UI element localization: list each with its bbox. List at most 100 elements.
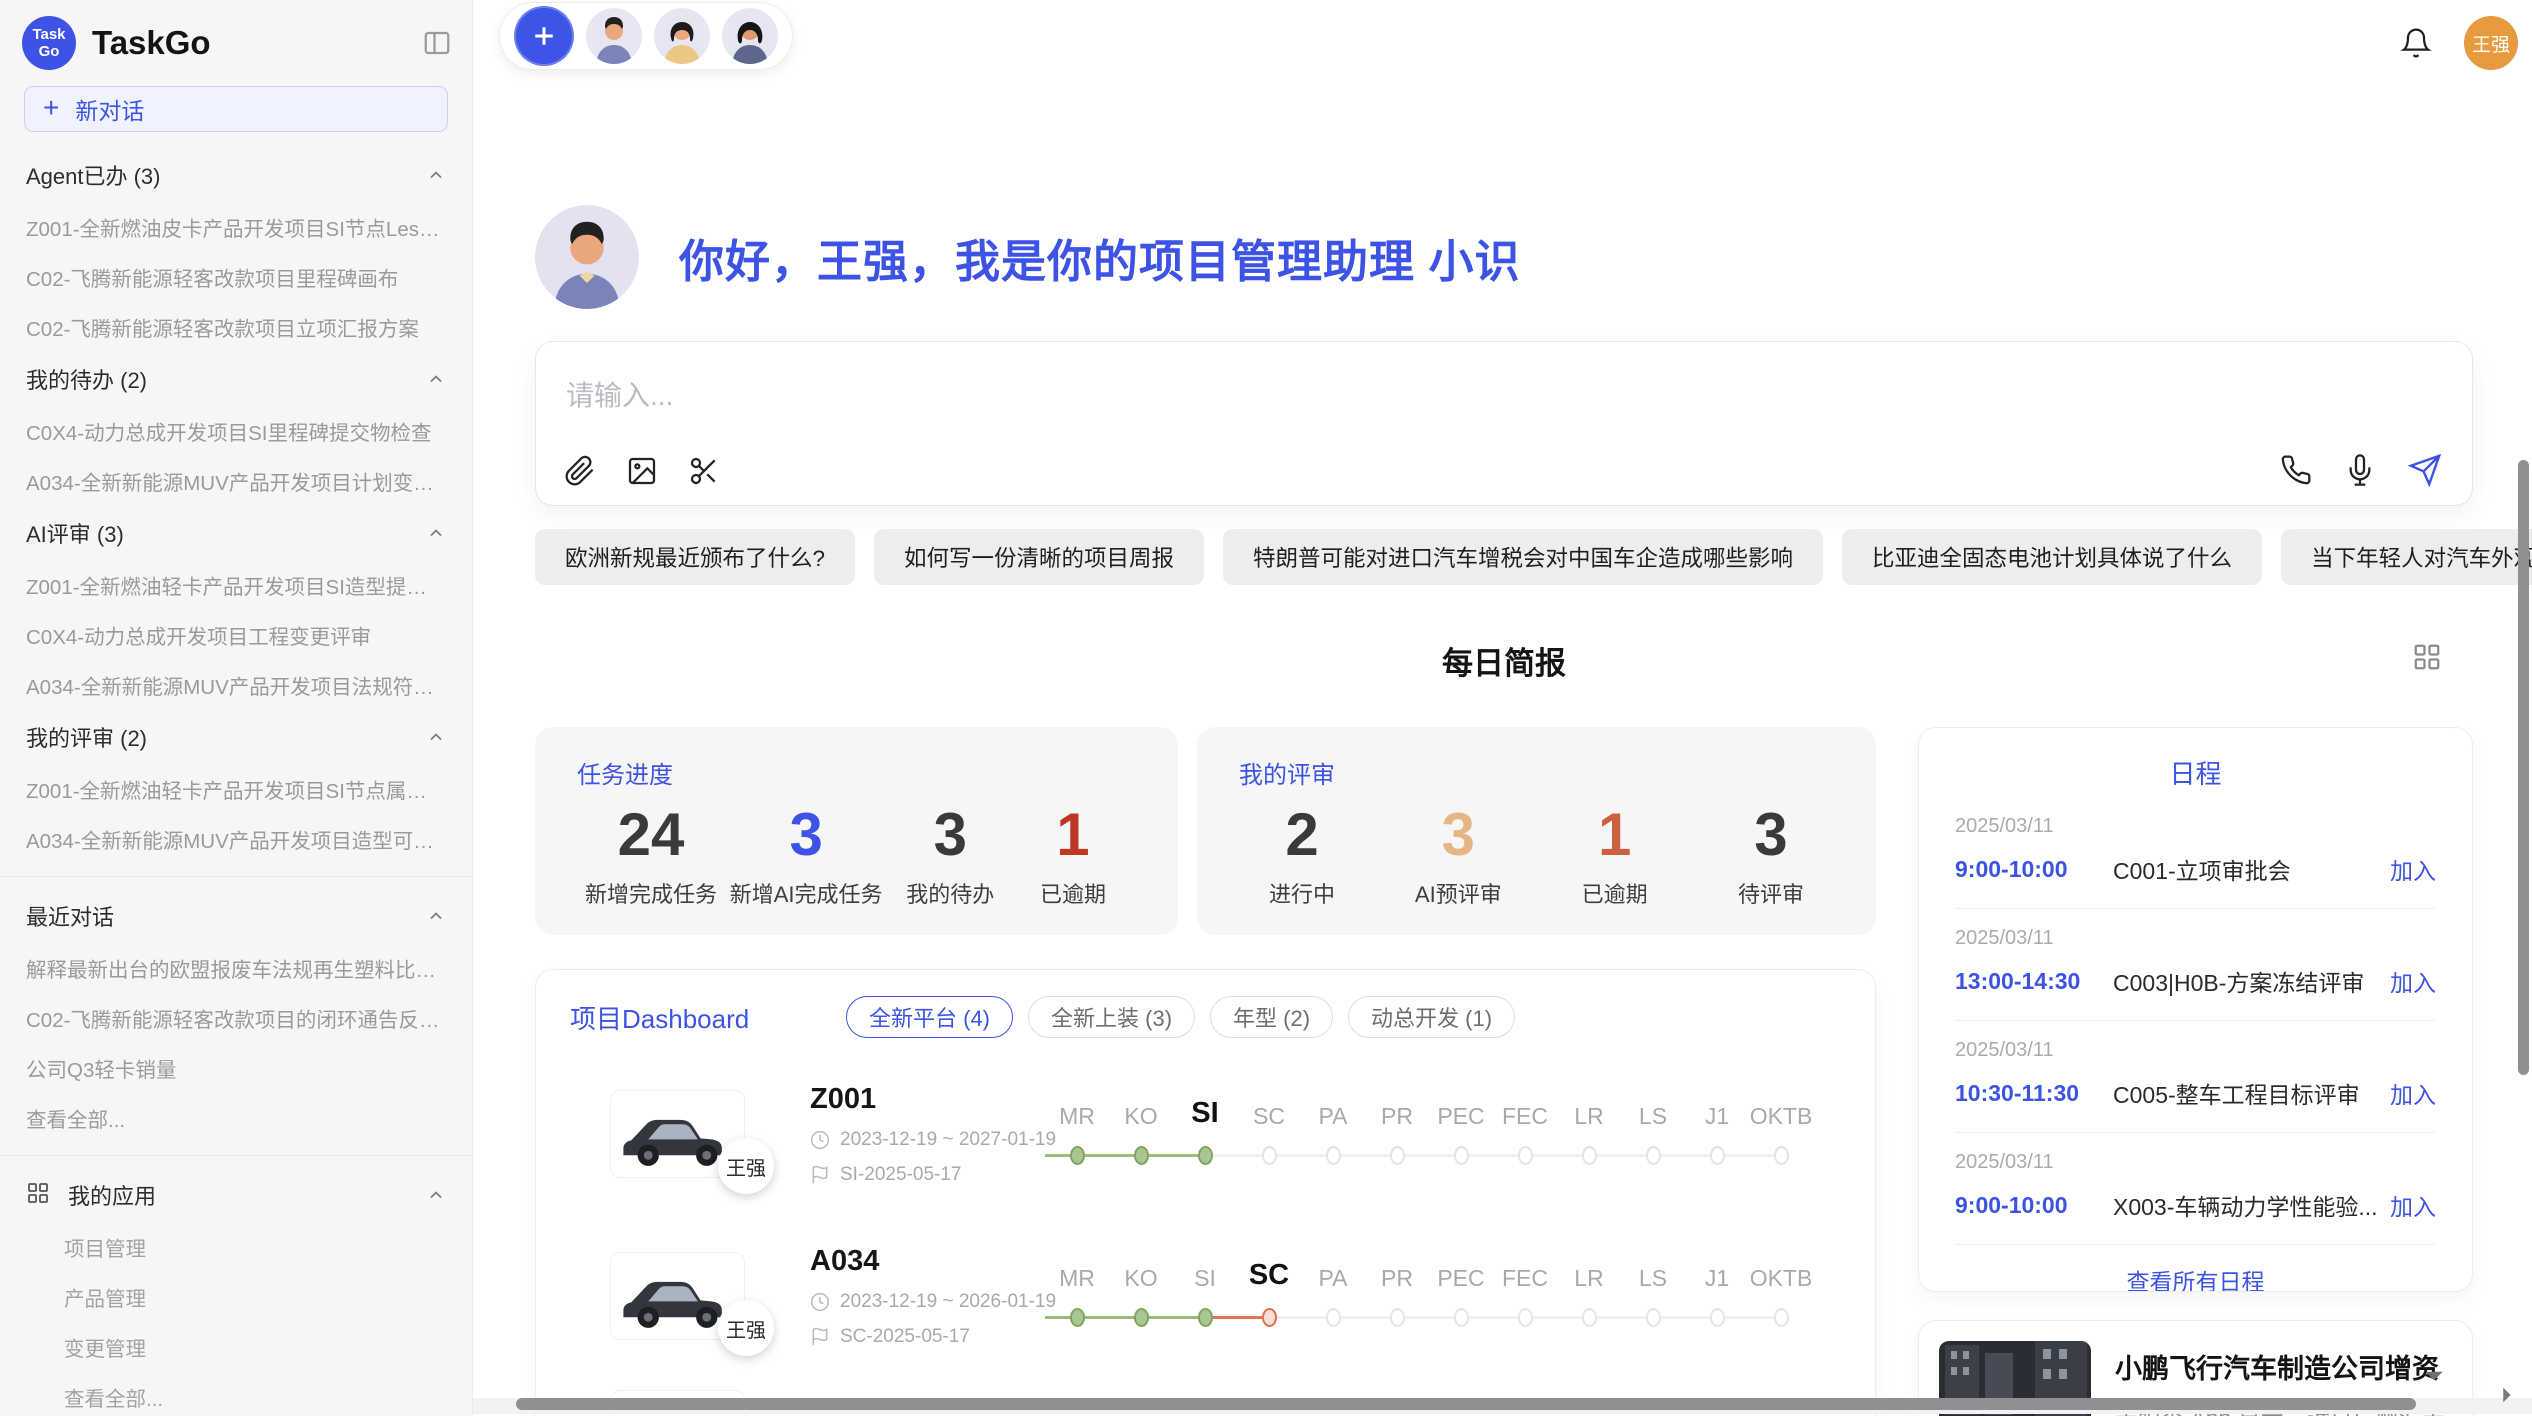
chevron-up-icon[interactable] — [426, 906, 446, 926]
sidebar-item-my-apps[interactable]: 我的应用 — [0, 1168, 472, 1222]
chat-input[interactable] — [564, 372, 1880, 436]
schedule-name: X003-车辆动力学性能验... — [2113, 1188, 2378, 1222]
chevron-up-icon[interactable] — [426, 1185, 446, 1205]
sidebar-section-header[interactable]: Agent已办 (3) — [0, 148, 472, 202]
composer-card — [535, 341, 2473, 506]
sidebar-item[interactable]: C0X4-动力总成开发项目工程变更评审 — [0, 610, 472, 660]
sidebar-sub-item[interactable]: 项目管理 — [0, 1222, 472, 1272]
milestone-connector — [1525, 1154, 1589, 1157]
horizontal-scrollbar-track[interactable] — [473, 1398, 2532, 1414]
chevron-up-icon[interactable] — [426, 369, 446, 389]
sidebar-section-header[interactable]: AI评审 (3) — [0, 506, 472, 560]
milestone-label: PA — [1301, 1254, 1365, 1296]
owner-badge[interactable]: 王强 — [718, 1300, 774, 1356]
schedule-time: 9:00-10:00 — [1955, 856, 2113, 883]
dashboard-filter-chip[interactable]: 全新平台 (4) — [846, 996, 1013, 1038]
collapse-sidebar-icon[interactable] — [422, 28, 452, 58]
suggestion-chip[interactable]: 特朗普可能对进口汽车增税会对中国车企造成哪些影响 — [1223, 529, 1823, 585]
sidebar-sub-item[interactable]: 变更管理 — [0, 1322, 472, 1372]
send-icon[interactable] — [2408, 453, 2442, 487]
schedule-name: C003|H0B-方案冻结评审 — [2113, 964, 2378, 998]
sidebar-item[interactable]: 公司Q3轻卡销量 — [0, 1043, 472, 1093]
section-title: Agent已办 (3) — [26, 159, 161, 191]
dashboard-filter-chip[interactable]: 全新上装 (3) — [1028, 996, 1195, 1038]
sidebar-item[interactable]: Z001-全新燃油轻卡产品开发项目SI造型提交物评审 — [0, 560, 472, 610]
add-agent-button[interactable] — [514, 6, 574, 66]
section-title: 最近对话 — [26, 900, 114, 932]
new-chat-button[interactable]: + 新对话 — [24, 86, 448, 132]
milestone-SI: SI — [1173, 1092, 1237, 1176]
user-avatar[interactable]: 王强 — [2464, 16, 2518, 70]
stat: 3 待评审 — [1716, 800, 1826, 909]
apps-grid-icon — [26, 1181, 50, 1210]
join-meeting-link[interactable]: 加入 — [2390, 964, 2436, 998]
join-meeting-link[interactable]: 加入 — [2390, 1188, 2436, 1222]
sidebar-section-header[interactable]: 我的待办 (2) — [0, 352, 472, 406]
sidebar-item[interactable]: A034-全新新能源MUV产品开发项目法规符合性评审 — [0, 660, 472, 710]
suggestion-chip[interactable]: 当下年轻人对汽车外观有怎样的喜好趋势 — [2281, 529, 2532, 585]
suggestion-chip[interactable]: 欧洲新规最近颁布了什么? — [535, 529, 855, 585]
layout-grid-icon[interactable] — [2412, 642, 2442, 677]
agent-avatar[interactable] — [722, 8, 778, 64]
sidebar-section-header[interactable]: 我的评审 (2) — [0, 710, 472, 764]
briefing-cards: 任务进度 24 新增完成任务 3 新增AI完成任务 3 我的待办 1 已逾期 我… — [535, 727, 1876, 935]
image-icon[interactable] — [626, 455, 658, 487]
agent-avatar[interactable] — [654, 8, 710, 64]
briefing-card: 任务进度 24 新增完成任务 3 新增AI完成任务 3 我的待办 1 已逾期 — [535, 727, 1178, 935]
sidebar-item[interactable]: A034-全新新能源MUV产品开发项目计划变更表编写 — [0, 456, 472, 506]
sidebar-section-header[interactable]: 最近对话 — [0, 889, 472, 943]
suggestion-chip[interactable]: 比亚迪全固态电池计划具体说了什么 — [1842, 529, 2262, 585]
dashboard-filter-chip[interactable]: 动总开发 (1) — [1348, 996, 1515, 1038]
dashboard-filter-chip[interactable]: 年型 (2) — [1210, 996, 1333, 1038]
stat-label: 已逾期 — [1560, 877, 1670, 909]
milestone-dot — [1454, 1146, 1469, 1165]
view-all-schedule-link[interactable]: 查看所有日程 — [1955, 1263, 2436, 1292]
project-media: 王强 — [610, 1090, 810, 1178]
app-logo-text: Go — [39, 43, 60, 60]
sidebar-sub-item[interactable]: 产品管理 — [0, 1272, 472, 1322]
milestone-connector — [1205, 1154, 1269, 1157]
chevron-up-icon[interactable] — [426, 523, 446, 543]
project-row[interactable]: 王强 Z001 2023-12-19 ~ 2027-01-19 SI-2025-… — [570, 1068, 1841, 1200]
sidebar-item[interactable]: C02-飞腾新能源轻客改款项目里程碑画布 — [0, 252, 472, 302]
milestone-PEC: PEC — [1429, 1092, 1493, 1176]
view-all-conversations[interactable]: 查看全部... — [0, 1093, 472, 1143]
view-all-apps[interactable]: 查看全部... — [0, 1372, 472, 1416]
scissors-icon[interactable] — [688, 455, 720, 487]
milestone-label: MR — [1045, 1092, 1109, 1134]
chevron-up-icon[interactable] — [426, 165, 446, 185]
scroll-right-icon[interactable] — [2495, 1387, 2517, 1411]
project-row[interactable]: 王强 A034 2023-12-19 ~ 2026-01-19 SC-2025-… — [570, 1230, 1841, 1362]
milestone-dot — [1582, 1146, 1597, 1165]
milestone-PR: PR — [1365, 1254, 1429, 1338]
sidebar-item[interactable]: Z001-全新燃油皮卡产品开发项目SI节点Lesson Learn报告 — [0, 202, 472, 252]
sidebar-section: AI评审 (3) Z001-全新燃油轻卡产品开发项目SI造型提交物评审C0X4-… — [0, 506, 472, 710]
composer-right-icons — [2280, 453, 2442, 487]
sidebar-scroll-area[interactable]: Agent已办 (3) Z001-全新燃油皮卡产品开发项目SI节点Lesson … — [0, 148, 472, 1416]
sidebar-item[interactable]: C02-飞腾新能源轻客改款项目立项汇报方案 — [0, 302, 472, 352]
milestone-label: SI — [1173, 1254, 1237, 1296]
horizontal-scrollbar-thumb[interactable] — [516, 1398, 2416, 1410]
sidebar-item[interactable]: Z001-全新燃油轻卡产品开发项目SI节点属性5D文件评审 — [0, 764, 472, 814]
suggestion-chip[interactable]: 如何写一份清晰的项目周报 — [874, 529, 1204, 585]
stat-value: 1 — [1018, 800, 1128, 869]
stat: 3 我的待办 — [895, 800, 1005, 909]
milestone-connector — [1461, 1154, 1525, 1157]
vertical-scrollbar[interactable] — [2518, 460, 2529, 1075]
sidebar-item[interactable]: A034-全新新能源MUV产品开发项目造型可行性评审 — [0, 814, 472, 864]
sidebar-item[interactable]: 解释最新出台的欧盟报废车法规再生塑料比例被调至15%... — [0, 943, 472, 993]
chevron-up-icon[interactable] — [426, 727, 446, 747]
sidebar-item[interactable]: C02-飞腾新能源轻客改款项目的闭环通告反馈情况 — [0, 993, 472, 1043]
sidebar-item[interactable]: C0X4-动力总成开发项目SI里程碑提交物检查 — [0, 406, 472, 456]
stat-value: 24 — [585, 800, 717, 869]
join-meeting-link[interactable]: 加入 — [2390, 852, 2436, 886]
mic-icon[interactable] — [2344, 454, 2376, 486]
stat-label: AI预评审 — [1403, 877, 1513, 909]
owner-badge[interactable]: 王强 — [718, 1138, 774, 1194]
agent-avatar[interactable] — [586, 8, 642, 64]
phone-icon[interactable] — [2280, 454, 2312, 486]
bell-icon[interactable] — [2400, 27, 2432, 59]
scroll-down-icon[interactable] — [2421, 1362, 2447, 1393]
attachment-icon[interactable] — [564, 455, 596, 487]
join-meeting-link[interactable]: 加入 — [2390, 1076, 2436, 1110]
